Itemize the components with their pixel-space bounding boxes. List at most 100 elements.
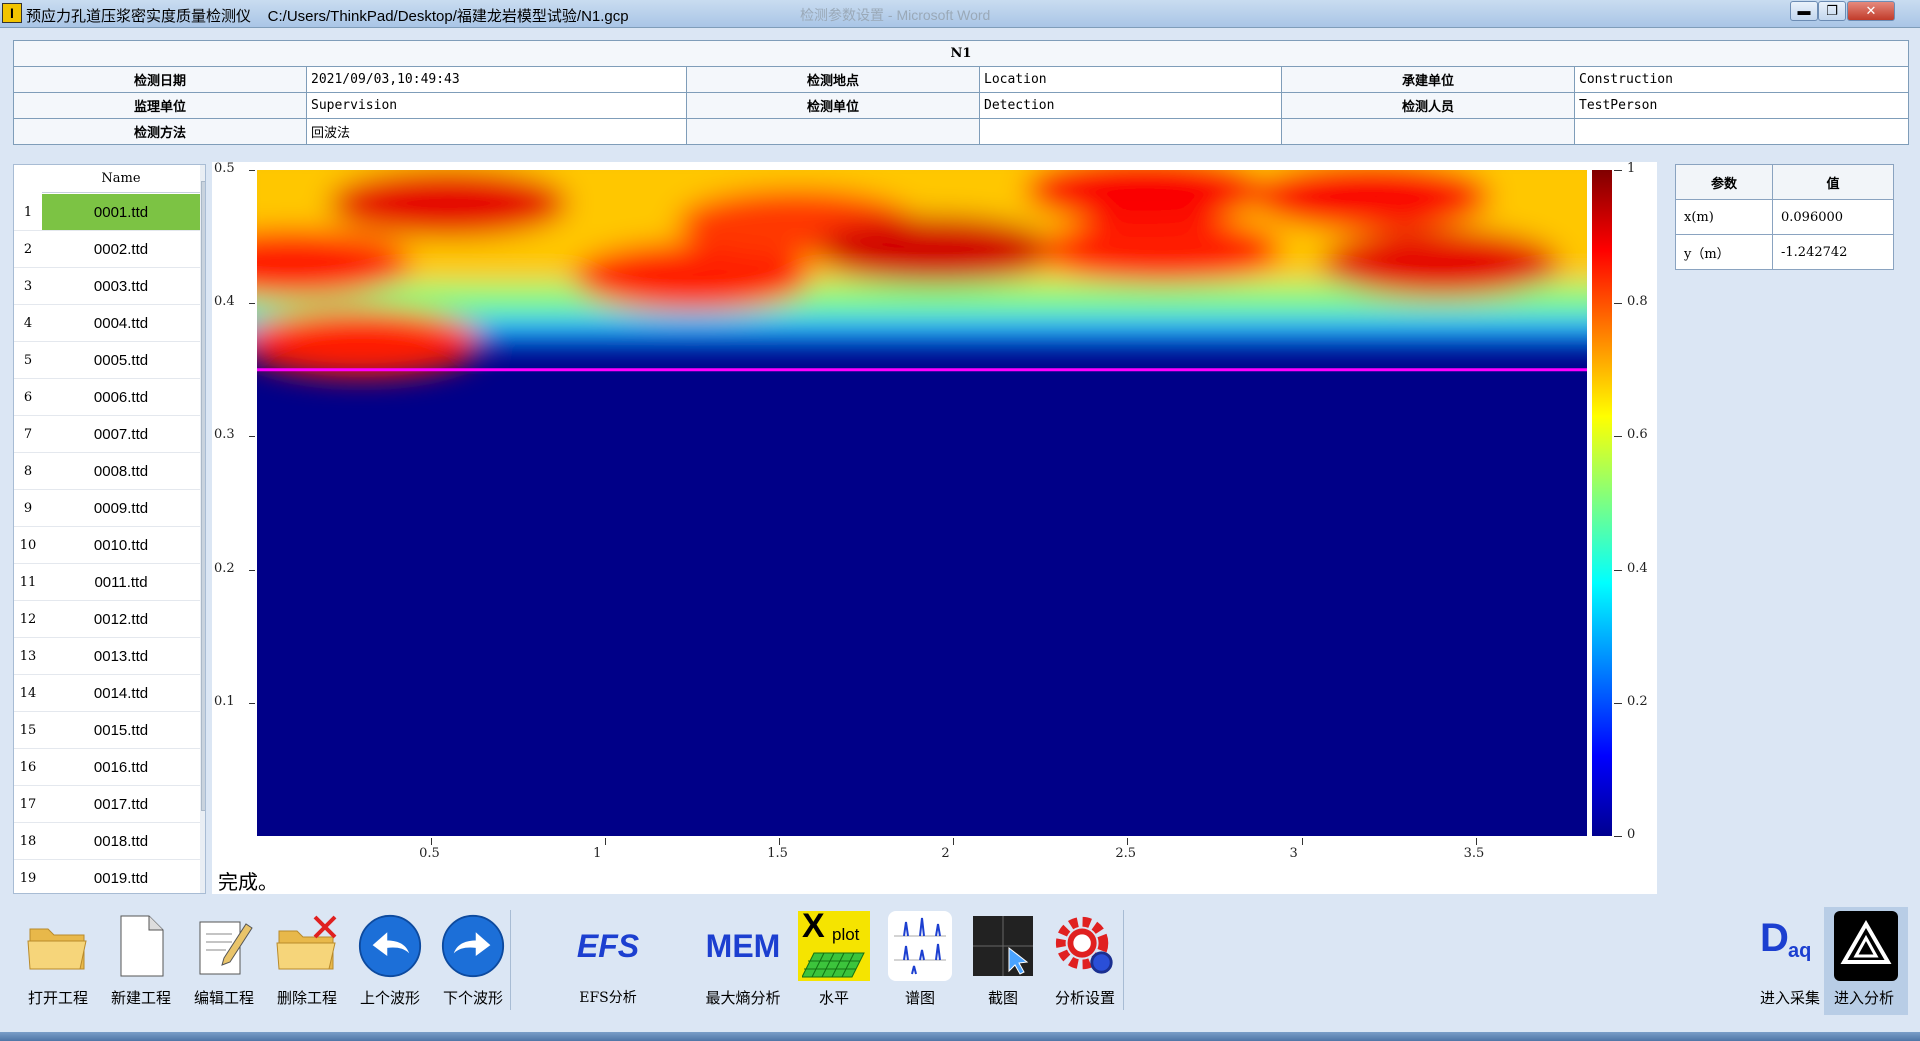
list-item[interactable]: 2 0002.ttd — [14, 231, 200, 268]
close-button[interactable]: ✕ — [1847, 1, 1895, 21]
heatmap-hotspot — [1320, 229, 1561, 298]
file-name[interactable]: 0001.ttd — [42, 194, 200, 231]
title-bar: I 预应力孔道压浆密实度质量检测仪 C:/Users/ThinkPad/Desk… — [0, 0, 1920, 28]
info-label: 检测地点 — [686, 66, 980, 93]
list-item[interactable]: 9 0009.ttd — [14, 490, 200, 527]
list-item[interactable]: 7 0007.ttd — [14, 416, 200, 453]
arrow-back-icon — [358, 911, 422, 981]
file-list-header[interactable]: Name — [42, 165, 200, 193]
file-name[interactable]: 0016.ttd — [42, 749, 200, 786]
file-name[interactable]: 0012.ttd — [42, 601, 200, 638]
prev-waveform-button[interactable]: 上个波形 — [350, 907, 430, 1015]
horizontal-button[interactable]: X plot 水平 — [794, 907, 874, 1015]
file-name[interactable]: 0011.ttd — [42, 564, 200, 601]
mem-icon-text: MEM — [705, 927, 781, 964]
list-item[interactable]: 11 0011.ttd — [14, 564, 200, 601]
list-item[interactable]: 12 0012.ttd — [14, 601, 200, 638]
param-value: 0.096000 — [1772, 199, 1894, 235]
file-name[interactable]: 0008.ttd — [42, 453, 200, 490]
file-name[interactable]: 0009.ttd — [42, 490, 200, 527]
row-number: 12 — [14, 601, 42, 638]
info-label: 承建单位 — [1281, 66, 1575, 93]
efs-icon-text: EFS — [576, 927, 640, 964]
delete-folder-icon — [275, 911, 339, 981]
row-number: 11 — [14, 564, 42, 601]
mem-analysis-button[interactable]: MEM 最大熵分析 — [703, 907, 783, 1015]
edit-project-button[interactable]: 编辑工程 — [184, 907, 264, 1015]
x-tick-label: 2.5 — [1115, 846, 1137, 861]
minimize-button[interactable]: ▬ — [1790, 1, 1818, 21]
analysis-settings-button[interactable]: 分析设置 — [1045, 907, 1125, 1015]
toolbar-label: 水平 — [818, 990, 849, 1007]
list-item[interactable]: 17 0017.ttd — [14, 786, 200, 823]
file-name[interactable]: 0004.ttd — [42, 305, 200, 342]
scrollbar-thumb[interactable] — [201, 181, 205, 811]
enter-analysis-button[interactable]: 进入分析 — [1824, 907, 1908, 1015]
row-number: 19 — [14, 860, 42, 893]
file-name[interactable]: 0006.ttd — [42, 379, 200, 416]
new-file-icon — [109, 911, 173, 981]
x-tick-label: 3 — [1289, 846, 1298, 861]
file-name[interactable]: 0003.ttd — [42, 268, 200, 305]
list-item[interactable]: 15 0015.ttd — [14, 712, 200, 749]
row-number: 5 — [14, 342, 42, 379]
screenshot-button[interactable]: 截图 — [963, 907, 1043, 1015]
list-item[interactable]: 3 0003.ttd — [14, 268, 200, 305]
x-tick-label: 2 — [941, 846, 950, 861]
list-item[interactable]: 19 0019.ttd — [14, 860, 200, 893]
list-item[interactable]: 10 0010.ttd — [14, 527, 200, 564]
list-item[interactable]: 5 0005.ttd — [14, 342, 200, 379]
row-number: 9 — [14, 490, 42, 527]
x-tick-mark — [779, 838, 781, 845]
new-project-button[interactable]: 新建工程 — [101, 907, 181, 1015]
x-tick-mark — [1127, 838, 1129, 845]
file-name[interactable]: 0002.ttd — [42, 231, 200, 268]
file-name[interactable]: 0007.ttd — [42, 416, 200, 453]
maximize-button[interactable]: ❐ — [1818, 1, 1846, 21]
info-value: TestPerson — [1573, 92, 1910, 119]
list-item[interactable]: 4 0004.ttd — [14, 305, 200, 342]
row-number: 16 — [14, 749, 42, 786]
file-name[interactable]: 0010.ttd — [42, 527, 200, 564]
efs-analysis-button[interactable]: EFS EFS分析 — [568, 907, 648, 1015]
open-project-button[interactable]: 打开工程 — [18, 907, 98, 1015]
info-label: 监理单位 — [13, 92, 307, 119]
list-item[interactable]: 14 0014.ttd — [14, 675, 200, 712]
list-item[interactable]: 8 0008.ttd — [14, 453, 200, 490]
info-label: 检测方法 — [13, 118, 307, 145]
screenshot-icon — [971, 911, 1035, 981]
next-waveform-button[interactable]: 下个波形 — [433, 907, 513, 1015]
delete-project-button[interactable]: 删除工程 — [267, 907, 347, 1015]
colorbar — [1592, 170, 1612, 836]
spectrum-button[interactable]: 谱图 — [880, 907, 960, 1015]
taskbar — [0, 1032, 1920, 1041]
y-tick-label: 0.5 — [214, 161, 235, 176]
heatmap-plot-area[interactable] — [257, 170, 1587, 836]
settings-gear-icon — [1053, 911, 1117, 981]
file-name[interactable]: 0013.ttd — [42, 638, 200, 675]
list-item[interactable]: 13 0013.ttd — [14, 638, 200, 675]
file-name[interactable]: 0015.ttd — [42, 712, 200, 749]
list-item[interactable]: 1 0001.ttd — [14, 194, 200, 231]
colorbar-tick-label: 1 — [1627, 161, 1636, 176]
info-label: 检测人员 — [1281, 92, 1575, 119]
file-name[interactable]: 0014.ttd — [42, 675, 200, 712]
file-name[interactable]: 0005.ttd — [42, 342, 200, 379]
row-number: 18 — [14, 823, 42, 860]
file-name[interactable]: 0018.ttd — [42, 823, 200, 860]
daq-icon: D aq — [1758, 911, 1822, 981]
info-label: 检测单位 — [686, 92, 980, 119]
info-value: 回波法 — [306, 118, 687, 145]
window-title: 预应力孔道压浆密实度质量检测仪 C:/Users/ThinkPad/Deskto… — [26, 8, 629, 25]
list-item[interactable]: 18 0018.ttd — [14, 823, 200, 860]
file-name[interactable]: 0019.ttd — [42, 860, 200, 893]
list-item[interactable]: 6 0006.ttd — [14, 379, 200, 416]
x-tick-label: 1 — [593, 846, 602, 861]
x-tick-label: 0.5 — [419, 846, 440, 861]
info-value: Detection — [979, 92, 1282, 119]
file-name[interactable]: 0017.ttd — [42, 786, 200, 823]
list-item[interactable]: 16 0016.ttd — [14, 749, 200, 786]
file-list[interactable]: Name 1 0001.ttd 2 0002.ttd 3 0003.ttd 4 0004.tt… — [13, 164, 206, 894]
y-tick-label: 0.1 — [214, 693, 235, 709]
x-tick-mark — [1301, 838, 1303, 845]
